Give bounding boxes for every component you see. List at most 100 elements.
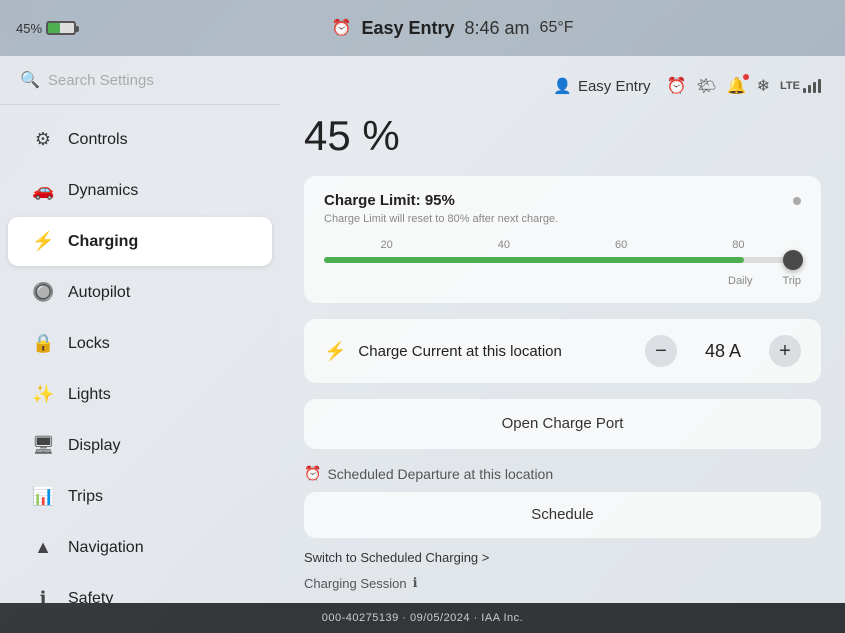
battery-bar — [46, 21, 76, 35]
slider-daily-label: Daily — [728, 275, 752, 287]
charge-limit-header: Charge Limit: 95% — [324, 192, 801, 209]
schedule-label: Schedule — [531, 506, 594, 523]
signal-bar-2 — [808, 85, 811, 93]
charging-icon: ⚡ — [32, 231, 54, 252]
bluetooth-icon: ❄ — [757, 76, 770, 96]
bottom-bar: 000-40275139 · 09/05/2024 · IAA Inc. — [0, 603, 845, 633]
display-label: Display — [68, 437, 120, 455]
lights-label: Lights — [68, 386, 111, 404]
status-title: Easy Entry — [361, 18, 454, 39]
topbar-icons: ⏰ 🌤 🔔 ❄ LTE — [666, 76, 821, 96]
charge-current-card: ⚡ Charge Current at this location − 48 A… — [304, 319, 821, 383]
battery-percent: 45% — [16, 21, 42, 36]
slider-label-40: 40 — [498, 239, 510, 251]
sidebar: 🔍 Search Settings ⚙ Controls 🚗 Dynamics … — [0, 56, 280, 603]
autopilot-icon: 🔘 — [32, 282, 54, 303]
battery-fill — [48, 23, 60, 33]
open-charge-port-button[interactable]: Open Charge Port — [304, 399, 821, 449]
charge-limit-title: Charge Limit: 95% — [324, 192, 455, 209]
status-time: 8:46 am — [465, 18, 530, 39]
navigation-label: Navigation — [68, 539, 144, 557]
charge-current-label: Charge Current at this location — [358, 343, 561, 360]
bell-icon: 🔔 — [727, 76, 747, 96]
navigation-icon: ▲ — [32, 537, 54, 558]
weather-icon: 🌤 — [696, 76, 716, 96]
search-icon: 🔍 — [20, 70, 40, 90]
sidebar-item-display[interactable]: 🖥 Display — [8, 421, 272, 470]
info-icon: ℹ — [413, 575, 418, 591]
lte-label: LTE — [780, 80, 800, 92]
status-center: ⏰ Easy Entry 8:46 am 65°F — [76, 18, 829, 39]
slider-trip-label: Trip — [782, 275, 801, 287]
slider-labels: 20 40 60 80 — [324, 239, 801, 251]
signal-bar-3 — [813, 82, 816, 93]
charge-limit-subtitle: Charge Limit will reset to 80% after nex… — [324, 213, 801, 225]
charge-limit-dot — [793, 197, 801, 205]
charge-current-left: ⚡ Charge Current at this location — [324, 341, 562, 362]
sidebar-item-charging[interactable]: ⚡ Charging — [8, 217, 272, 266]
user-icon: 👤 — [553, 77, 572, 95]
charge-current-right: − 48 A + — [645, 335, 801, 367]
nav-items: ⚙ Controls 🚗 Dynamics ⚡ Charging 🔘 Autop… — [0, 105, 280, 603]
sidebar-item-locks[interactable]: 🔒 Locks — [8, 319, 272, 368]
content-panel: 👤 Easy Entry ⏰ 🌤 🔔 ❄ LTE — [280, 56, 845, 603]
controls-label: Controls — [68, 131, 128, 149]
autopilot-label: Autopilot — [68, 284, 130, 302]
controls-icon: ⚙ — [32, 129, 54, 150]
status-bar-left: 45% — [16, 21, 76, 36]
slider-sublabels: Daily Trip — [324, 275, 801, 287]
decrease-charge-button[interactable]: − — [645, 335, 677, 367]
slider-track[interactable] — [324, 257, 801, 263]
sidebar-item-autopilot[interactable]: 🔘 Autopilot — [8, 268, 272, 317]
signal-bars — [803, 79, 821, 93]
trips-icon: 📊 — [32, 486, 54, 507]
locks-icon: 🔒 — [32, 333, 54, 354]
trips-label: Trips — [68, 488, 103, 506]
sidebar-item-controls[interactable]: ⚙ Controls — [8, 115, 272, 164]
clock-icon: ⏰ — [666, 76, 686, 96]
sidebar-item-dynamics[interactable]: 🚗 Dynamics — [8, 166, 272, 215]
dynamics-icon: 🚗 — [32, 180, 54, 201]
sidebar-item-navigation[interactable]: ▲ Navigation — [8, 523, 272, 572]
switch-link[interactable]: Switch to Scheduled Charging > — [304, 550, 821, 565]
schedule-button[interactable]: Schedule — [304, 492, 821, 538]
display-icon: 🖥 — [32, 435, 54, 456]
scheduled-departure-section: ⏰ Scheduled Departure at this location S… — [304, 465, 821, 591]
increase-charge-button[interactable]: + — [769, 335, 801, 367]
slider-label-60: 60 — [615, 239, 627, 251]
charging-session-row: Charging Session ℹ — [304, 575, 821, 591]
plus-icon: + — [779, 340, 791, 363]
slider-label-20: 20 — [381, 239, 393, 251]
sidebar-item-lights[interactable]: ✨ Lights — [8, 370, 272, 419]
battery-indicator: 45% — [16, 21, 76, 36]
charge-current-value: 48 A — [693, 341, 753, 362]
safety-icon: ℹ — [32, 588, 54, 603]
open-charge-port-label: Open Charge Port — [502, 415, 624, 432]
scheduled-title: ⏰ Scheduled Departure at this location — [304, 465, 821, 482]
clock-small-icon: ⏰ — [304, 465, 321, 482]
minus-icon: − — [655, 340, 667, 363]
slider-fill — [324, 257, 744, 263]
signal-group: LTE — [780, 79, 821, 93]
user-label: Easy Entry — [578, 78, 651, 95]
charge-limit-card: Charge Limit: 95% Charge Limit will rese… — [304, 176, 821, 303]
search-bar[interactable]: 🔍 Search Settings — [0, 56, 280, 105]
signal-bar-1 — [803, 88, 806, 93]
slider-thumb[interactable] — [783, 250, 803, 270]
alarm-icon: ⏰ — [332, 18, 352, 38]
scheduled-departure-text: Scheduled Departure at this location — [327, 466, 553, 482]
charge-percent-display: 45 % — [304, 112, 821, 160]
sidebar-item-safety[interactable]: ℹ Safety — [8, 574, 272, 603]
sidebar-item-trips[interactable]: 📊 Trips — [8, 472, 272, 521]
slider-label-80: 80 — [732, 239, 744, 251]
topbar-user: 👤 Easy Entry — [553, 77, 650, 95]
search-placeholder: Search Settings — [48, 72, 154, 89]
main-container: 🔍 Search Settings ⚙ Controls 🚗 Dynamics … — [0, 56, 845, 603]
status-bar: 45% ⏰ Easy Entry 8:46 am 65°F — [0, 0, 845, 56]
lights-icon: ✨ — [32, 384, 54, 405]
dynamics-label: Dynamics — [68, 182, 138, 200]
signal-bar-4 — [818, 79, 821, 93]
charging-session-label: Charging Session — [304, 576, 407, 591]
safety-label: Safety — [68, 590, 113, 604]
charge-current-icon: ⚡ — [324, 341, 346, 362]
